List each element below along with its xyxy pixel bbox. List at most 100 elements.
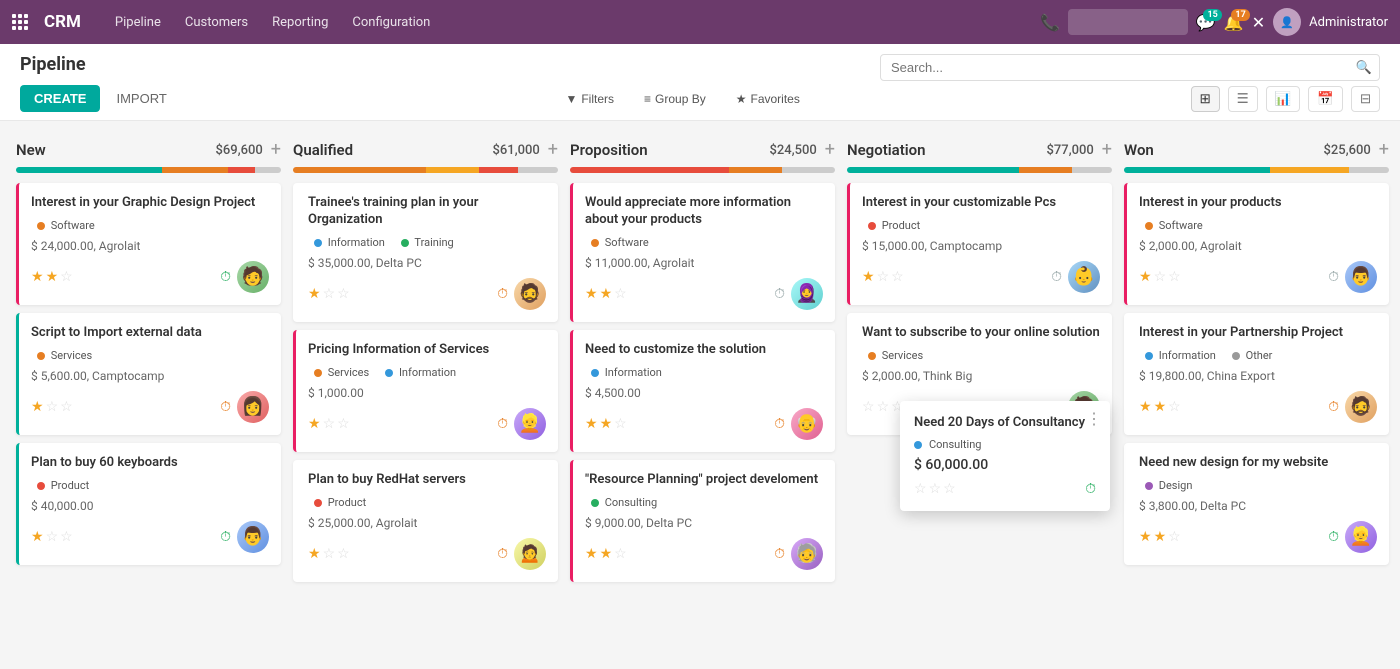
- star-1[interactable]: ☆: [877, 269, 890, 285]
- card-stars[interactable]: ★☆☆: [308, 416, 350, 432]
- card-proposition-0[interactable]: Would appreciate more information about …: [570, 183, 835, 322]
- star-2[interactable]: ☆: [337, 546, 350, 562]
- star-2[interactable]: ☆: [614, 286, 627, 302]
- card-negotiation-0[interactable]: Interest in your customizable Pcs Produc…: [847, 183, 1112, 305]
- star-1[interactable]: ☆: [46, 529, 59, 545]
- filters-button[interactable]: ▼ Filters: [554, 87, 625, 111]
- card-qualified-0[interactable]: Trainee's training plan in your Organiza…: [293, 183, 558, 322]
- card-stars[interactable]: ★☆☆: [308, 286, 350, 302]
- card-new-0[interactable]: Interest in your Graphic Design Project …: [16, 183, 281, 305]
- star-0[interactable]: ★: [31, 529, 44, 545]
- apps-menu-icon[interactable]: [12, 14, 28, 30]
- messages-icon[interactable]: 💬 15: [1196, 13, 1216, 32]
- view-chart-button[interactable]: 📊: [1266, 86, 1301, 112]
- card-stars[interactable]: ★☆☆: [31, 529, 73, 545]
- star-2[interactable]: ☆: [60, 529, 73, 545]
- star-0[interactable]: ★: [585, 546, 598, 562]
- card-won-0[interactable]: Interest in your products Software $ 2,0…: [1124, 183, 1389, 305]
- popup-stars[interactable]: ☆☆☆: [914, 481, 956, 497]
- view-grid-button[interactable]: ⊟: [1351, 86, 1380, 112]
- view-list-button[interactable]: ☰: [1228, 86, 1258, 112]
- menu-customers[interactable]: Customers: [175, 9, 258, 36]
- card-won-1[interactable]: Interest in your Partnership Project Inf…: [1124, 313, 1389, 435]
- card-stars[interactable]: ★★☆: [585, 416, 627, 432]
- view-kanban-button[interactable]: ⊞: [1191, 86, 1220, 112]
- star-0[interactable]: ★: [585, 286, 598, 302]
- card-stars[interactable]: ★☆☆: [308, 546, 350, 562]
- col-add-new[interactable]: +: [271, 141, 281, 159]
- star-2[interactable]: ☆: [1168, 529, 1181, 545]
- user-avatar[interactable]: 👤: [1273, 8, 1301, 36]
- menu-pipeline[interactable]: Pipeline: [105, 9, 171, 36]
- card-stars[interactable]: ★☆☆: [1139, 269, 1181, 285]
- star-1[interactable]: ★: [600, 286, 613, 302]
- star-1[interactable]: ★: [600, 416, 613, 432]
- star-2[interactable]: ☆: [60, 269, 73, 285]
- col-add-won[interactable]: +: [1379, 141, 1389, 159]
- search-input[interactable]: [880, 54, 1380, 81]
- star-2[interactable]: ☆: [614, 546, 627, 562]
- phone-icon[interactable]: 📞: [1040, 13, 1060, 32]
- brand-logo[interactable]: CRM: [44, 12, 81, 32]
- star-2[interactable]: ☆: [60, 399, 73, 415]
- star-0[interactable]: ★: [1139, 399, 1152, 415]
- card-stars[interactable]: ★★☆: [31, 269, 73, 285]
- card-new-1[interactable]: Script to Import external data Services …: [16, 313, 281, 435]
- card-stars[interactable]: ★☆☆: [862, 269, 904, 285]
- star-1[interactable]: ★: [1154, 529, 1167, 545]
- card-stars[interactable]: ★★☆: [585, 286, 627, 302]
- star-1[interactable]: ☆: [877, 399, 890, 415]
- star-1[interactable]: ☆: [323, 286, 336, 302]
- card-qualified-2[interactable]: Plan to buy RedHat servers Product $ 25,…: [293, 460, 558, 582]
- star-2[interactable]: ☆: [337, 286, 350, 302]
- star-2[interactable]: ☆: [337, 416, 350, 432]
- card-stars[interactable]: ★☆☆: [31, 399, 73, 415]
- card-won-2[interactable]: Need new design for my website Design $ …: [1124, 443, 1389, 565]
- popup-amount: $ 60,000.00: [914, 457, 1096, 473]
- groupby-button[interactable]: ≡ Group By: [633, 87, 717, 111]
- star-2[interactable]: ☆: [614, 416, 627, 432]
- star-0[interactable]: ★: [31, 399, 44, 415]
- star-1[interactable]: ☆: [46, 399, 59, 415]
- card-new-2[interactable]: Plan to buy 60 keyboards Product $ 40,00…: [16, 443, 281, 565]
- kebab-menu[interactable]: ⋮: [1086, 409, 1102, 428]
- card-qualified-1[interactable]: Pricing Information of Services Services…: [293, 330, 558, 452]
- notifications-icon[interactable]: 🔔 17: [1224, 13, 1244, 32]
- star-0[interactable]: ★: [308, 416, 321, 432]
- create-button[interactable]: CREATE: [20, 85, 100, 112]
- col-add-negotiation[interactable]: +: [1102, 141, 1112, 159]
- card-stars[interactable]: ★★☆: [1139, 529, 1181, 545]
- star-0[interactable]: ☆: [862, 399, 875, 415]
- close-icon[interactable]: ✕: [1252, 13, 1265, 32]
- star-2[interactable]: ☆: [1168, 399, 1181, 415]
- star-2[interactable]: ☆: [1168, 269, 1181, 285]
- menu-configuration[interactable]: Configuration: [342, 9, 440, 36]
- card-proposition-1[interactable]: Need to customize the solution Informati…: [570, 330, 835, 452]
- col-add-proposition[interactable]: +: [825, 141, 835, 159]
- star-0[interactable]: ★: [308, 286, 321, 302]
- card-stars[interactable]: ★★☆: [1139, 399, 1181, 415]
- card-proposition-2[interactable]: "Resource Planning" project develoment C…: [570, 460, 835, 582]
- card-stars[interactable]: ★★☆: [585, 546, 627, 562]
- star-0[interactable]: ★: [31, 269, 44, 285]
- star-0[interactable]: ★: [862, 269, 875, 285]
- import-button[interactable]: IMPORT: [108, 85, 174, 112]
- star-1[interactable]: ★: [1154, 399, 1167, 415]
- star-2[interactable]: ☆: [891, 269, 904, 285]
- user-name[interactable]: Administrator: [1309, 15, 1388, 30]
- favorites-button[interactable]: ★ Favorites: [725, 87, 811, 111]
- star-1[interactable]: ☆: [323, 546, 336, 562]
- star-0[interactable]: ★: [308, 546, 321, 562]
- star-1[interactable]: ★: [46, 269, 59, 285]
- star-0[interactable]: ★: [585, 416, 598, 432]
- star-0[interactable]: ★: [1139, 529, 1152, 545]
- card-stars[interactable]: ☆☆☆: [862, 399, 904, 415]
- star-1[interactable]: ★: [600, 546, 613, 562]
- col-add-qualified[interactable]: +: [548, 141, 558, 159]
- star-0[interactable]: ★: [1139, 269, 1152, 285]
- star-1[interactable]: ☆: [1154, 269, 1167, 285]
- star-1[interactable]: ☆: [323, 416, 336, 432]
- menu-reporting[interactable]: Reporting: [262, 9, 338, 36]
- view-calendar-button[interactable]: 📅: [1308, 86, 1343, 112]
- popup-tag: Consulting: [914, 438, 1096, 451]
